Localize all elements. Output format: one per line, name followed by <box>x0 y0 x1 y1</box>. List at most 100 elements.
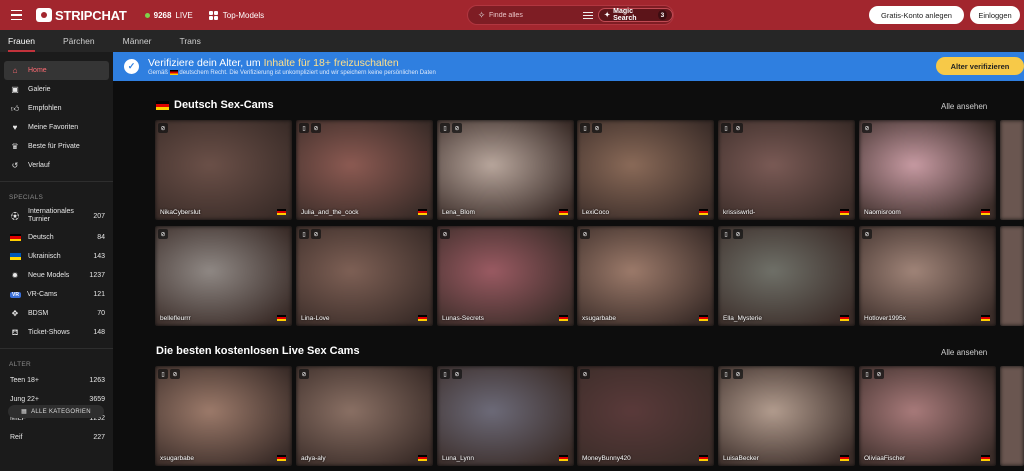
logo-mark-icon <box>36 8 52 22</box>
model-tile[interactable]: ▯ ⊘ Lina-Love <box>296 226 433 326</box>
sidebar-item-ticket-shows[interactable]: ⛾ Ticket-Shows 148 <box>4 323 109 342</box>
model-tile-partial[interactable] <box>1000 366 1024 466</box>
mobile-icon: ▯ <box>862 369 872 379</box>
filter-icon[interactable] <box>582 10 594 21</box>
sidebar-item-empfohlen[interactable]: 👍︎ Empfohlen <box>4 99 109 118</box>
sidebar-item-turnier[interactable]: ⚽︎ Internationales Turnier 207 <box>4 204 109 228</box>
banner-title-text: Verifiziere dein Alter, um <box>148 56 261 69</box>
age-verification-banner: ✓ Verifiziere dein Alter, um Inhalte für… <box>113 52 1024 81</box>
sidebar-item-count: 121 <box>93 291 105 298</box>
blurred-thumbnail <box>859 366 996 466</box>
model-tile[interactable]: ⊘ adya-aly <box>296 366 433 466</box>
model-tile[interactable]: ⊘ NikaCyberslut <box>155 120 292 220</box>
age-restricted-icon: ⊘ <box>733 123 743 133</box>
sidebar-item-neue-models[interactable]: ✹ Neue Models 1237 <box>4 266 109 285</box>
age-restricted-icon: ⊘ <box>580 229 590 239</box>
model-name: Ella_Mysterie <box>723 315 763 322</box>
register-button[interactable]: Gratis-Konto anlegen <box>869 6 964 24</box>
tab-trans[interactable]: Trans <box>179 30 200 52</box>
sidebar-item-label: Neue Models <box>28 272 70 279</box>
model-tile-partial[interactable] <box>1000 226 1024 326</box>
age-restricted-icon: ⊘ <box>170 369 180 379</box>
sidebar-item-label: Teen 18+ <box>10 377 39 384</box>
tab-frauen[interactable]: Frauen <box>8 30 35 52</box>
mobile-icon: ▯ <box>580 123 590 133</box>
sidebar-item-bdsm[interactable]: ✥ BDSM 70 <box>4 304 109 323</box>
sidebar-item-private[interactable]: ♛ Beste für Private <box>4 137 109 156</box>
age-restricted-icon: ⊘ <box>874 369 884 379</box>
crown-icon: ♛ <box>11 142 19 151</box>
sidebar-item-vr-cams[interactable]: VR VR-Cams 121 <box>4 285 109 304</box>
top-models-label: Top-Models <box>222 10 265 20</box>
blurred-thumbnail <box>296 226 433 326</box>
model-tile[interactable]: ⊘ Naomisroom <box>859 120 996 220</box>
german-flag-icon <box>559 209 568 215</box>
model-tile[interactable]: ⊘ xsugarbabe <box>577 226 714 326</box>
live-counter: 9268 LIVE <box>144 11 193 20</box>
all-categories-button[interactable]: ▦ ALLE KATEGORIEN <box>8 405 104 418</box>
model-tile[interactable]: ⊘ MoneyBunny420 <box>577 366 714 466</box>
magic-search-button[interactable]: ✦ Magic Search 3 <box>598 8 673 22</box>
sidebar-item-deutsch[interactable]: Deutsch 84 <box>4 228 109 247</box>
thumbs-up-icon: 👍︎ <box>10 103 20 113</box>
tab-paerchen[interactable]: Pärchen <box>63 30 95 52</box>
tile-badges: ⊘ <box>440 229 450 239</box>
model-tile[interactable]: ▯ ⊘ OliviaaFischer <box>859 366 996 466</box>
model-tile[interactable]: ▯ ⊘ Ella_Mysterie <box>718 226 855 326</box>
tile-badges: ▯ ⊘ <box>721 229 743 239</box>
german-flag-icon <box>277 315 286 321</box>
age-restricted-icon: ⊘ <box>452 369 462 379</box>
search-sparkle-icon: ✧ <box>477 9 486 20</box>
sidebar-item-label: VR-Cams <box>26 291 58 298</box>
sidebar-item-home[interactable]: ⌂ Home <box>4 61 109 80</box>
model-tile[interactable]: ▯ ⊘ LexiCoco <box>577 120 714 220</box>
model-tile[interactable]: ▯ ⊘ LuisaBecker <box>718 366 855 466</box>
sidebar-item-favoriten[interactable]: ♥ Meine Favoriten <box>4 118 109 137</box>
blurred-thumbnail <box>577 366 714 466</box>
model-tile[interactable]: ▯ ⊘ krissiswrld- <box>718 120 855 220</box>
german-flag-icon <box>418 315 427 321</box>
login-button[interactable]: Einloggen <box>970 6 1020 24</box>
see-all-link-free[interactable]: Alle ansehen <box>941 348 987 357</box>
sidebar-item-label: Internationales Turnier <box>28 208 74 223</box>
age-restricted-icon: ⊘ <box>580 369 590 379</box>
hamburger-menu-icon[interactable] <box>0 0 32 30</box>
german-flag-icon <box>981 455 990 461</box>
tab-maenner[interactable]: Männer <box>123 30 152 52</box>
search-input[interactable] <box>488 11 579 19</box>
model-tile[interactable]: ▯ ⊘ Lena_Blom <box>437 120 574 220</box>
magic-search-count: 3 <box>657 10 667 20</box>
model-name: xsugarbabe <box>160 455 194 462</box>
tile-badges: ▯ ⊘ <box>158 369 180 379</box>
blurred-thumbnail <box>155 226 292 326</box>
see-all-link-german[interactable]: Alle ansehen <box>941 102 987 111</box>
sidebar-item-verlauf[interactable]: ↺ Verlauf <box>4 156 109 175</box>
tile-badges: ▯ ⊘ <box>862 369 884 379</box>
sidebar-item-ukrainisch[interactable]: Ukrainisch 143 <box>4 247 109 266</box>
verify-age-button[interactable]: Alter verifizieren <box>936 57 1024 75</box>
blurred-thumbnail <box>1000 226 1024 326</box>
age-restricted-icon: ⊘ <box>733 229 743 239</box>
model-tile-partial[interactable] <box>1000 120 1024 220</box>
logo[interactable]: STRIPCHAT <box>36 8 127 23</box>
sidebar-item-teen[interactable]: Teen 18+ 1263 <box>4 371 109 390</box>
model-tile[interactable]: ⊘ bellefleurrr <box>155 226 292 326</box>
section-title-text: Deutsch Sex-Cams <box>174 99 274 111</box>
tile-badges: ▯ ⊘ <box>440 123 462 133</box>
sidebar-item-reif[interactable]: Reif 227 <box>4 428 109 447</box>
tile-badges: ▯ ⊘ <box>580 123 602 133</box>
model-tile[interactable]: ▯ ⊘ xsugarbabe <box>155 366 292 466</box>
top-models-link[interactable]: Top-Models <box>208 10 265 20</box>
age-restricted-icon: ⊘ <box>311 123 321 133</box>
german-flag-icon <box>981 315 990 321</box>
section-title-free: Die besten kostenlosen Live Sex Cams <box>156 345 360 357</box>
model-tile[interactable]: ⊘ Hotlover1995x <box>859 226 996 326</box>
tile-badges: ▯ ⊘ <box>299 229 321 239</box>
model-tile[interactable]: ⊘ Lunas-Secrets <box>437 226 574 326</box>
blurred-thumbnail <box>1000 366 1024 466</box>
model-tile[interactable]: ▯ ⊘ Julia_and_the_cock <box>296 120 433 220</box>
sidebar-item-galerie[interactable]: ▣ Galerie <box>4 80 109 99</box>
tile-badges: ⊘ <box>862 229 872 239</box>
german-flag-icon <box>981 209 990 215</box>
model-tile[interactable]: ▯ ⊘ Luna_Lynn <box>437 366 574 466</box>
